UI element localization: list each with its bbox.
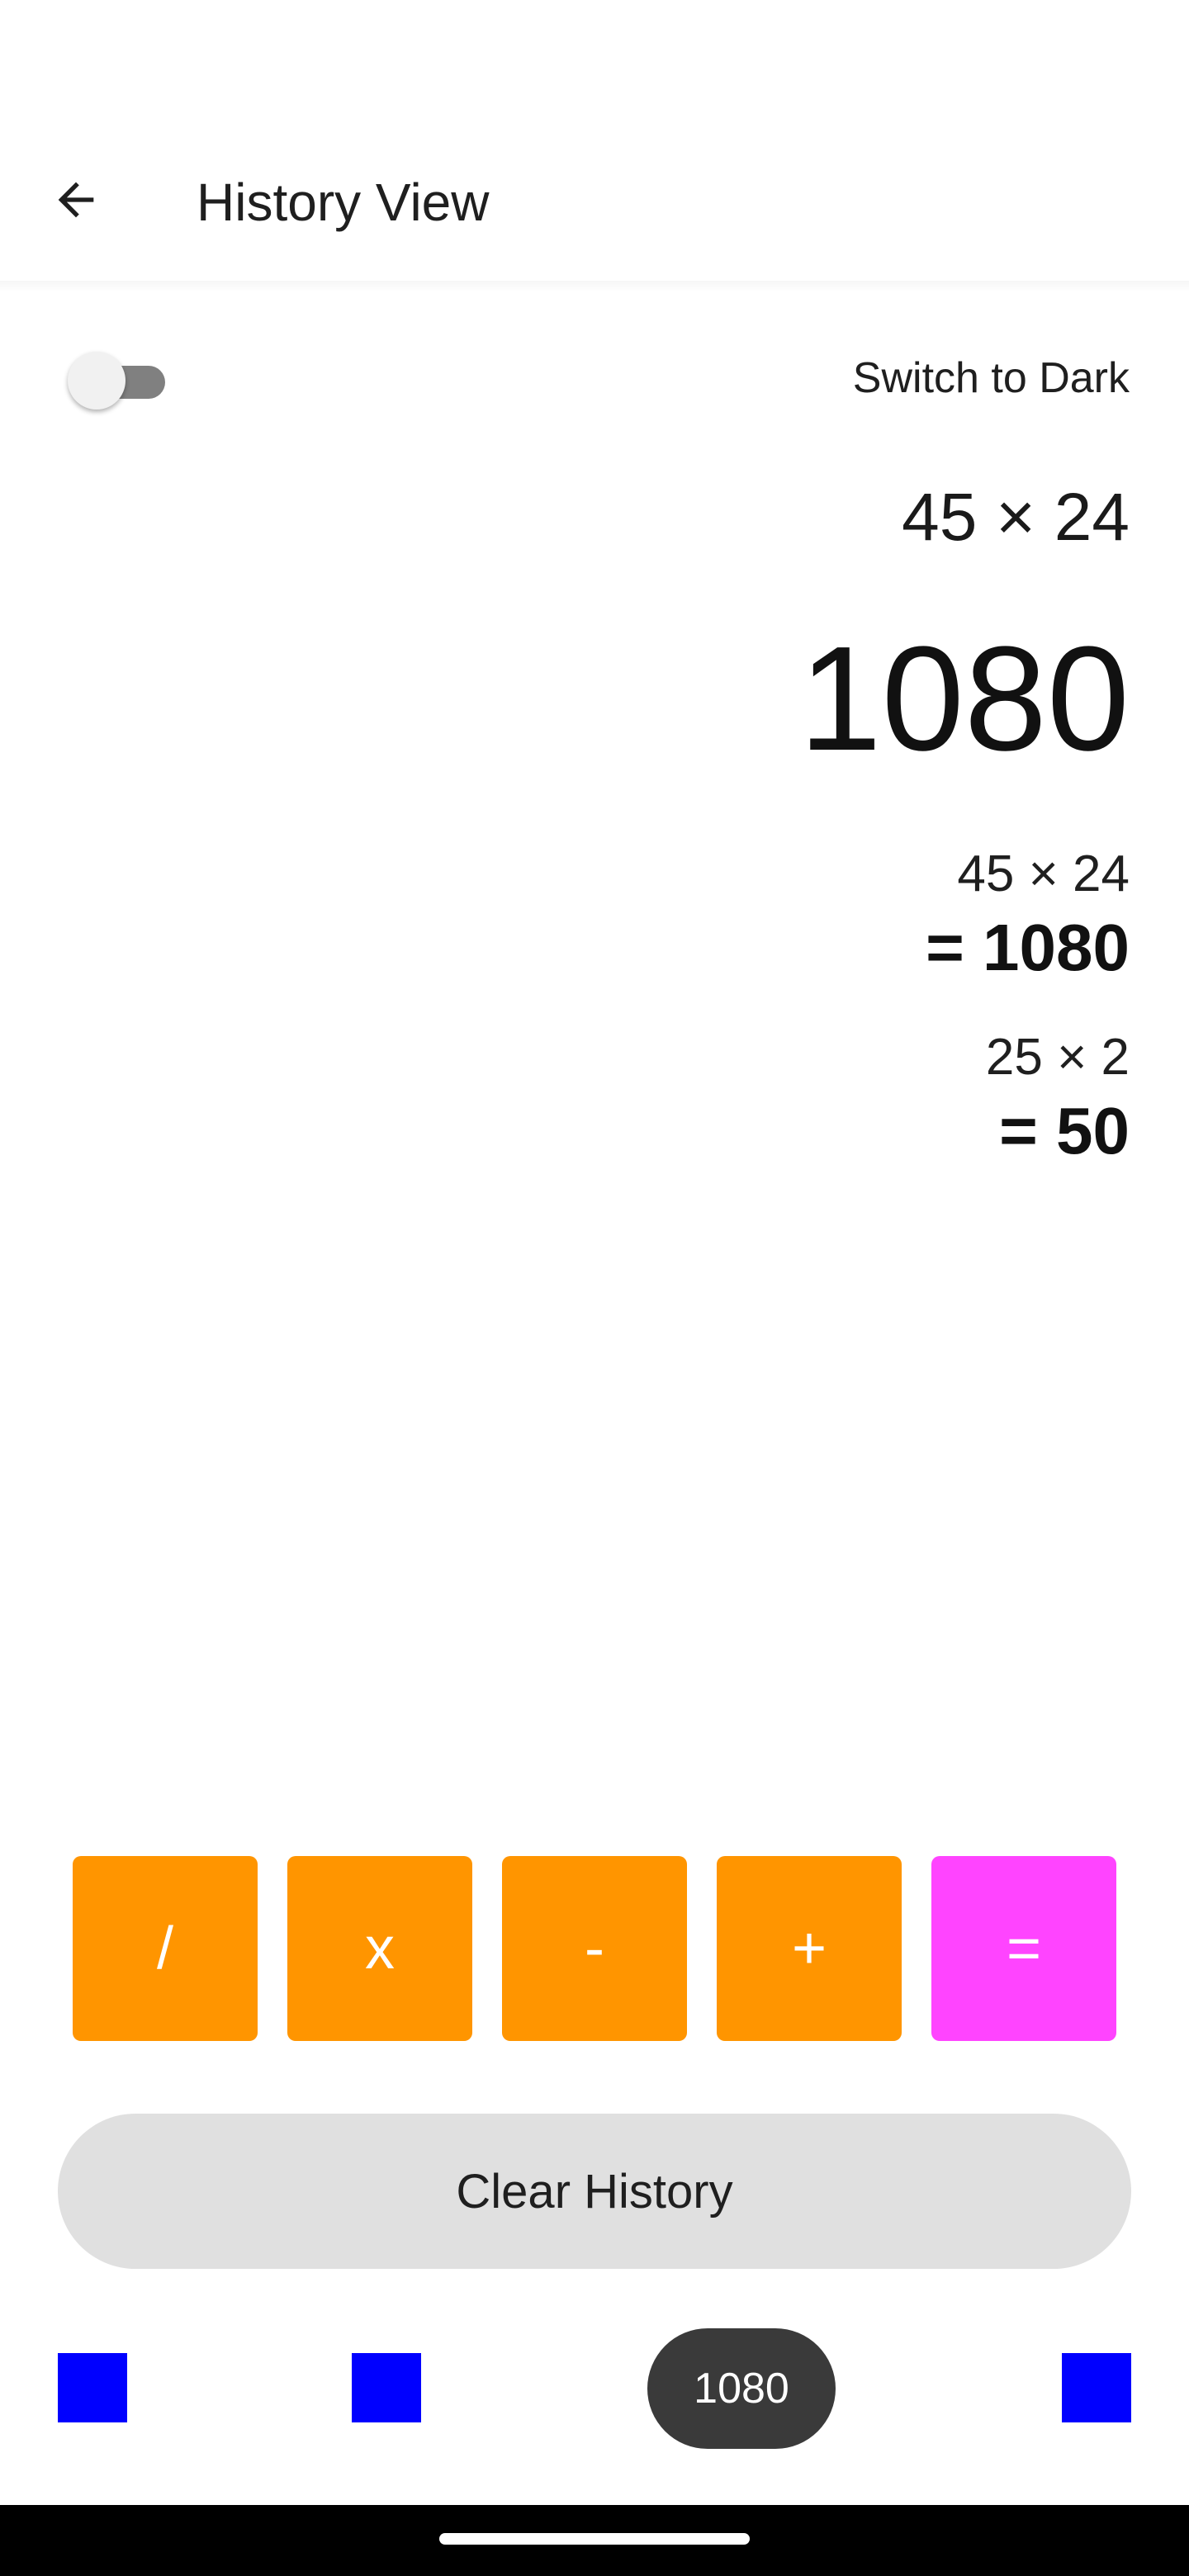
subtract-button[interactable]: -	[502, 1856, 687, 2041]
switch-thumb	[68, 352, 126, 410]
blue-square	[58, 2353, 127, 2422]
history-expression: 25 × 2	[985, 1029, 1130, 1086]
history-item[interactable]: 25 × 2 = 50	[469, 1025, 1130, 1172]
history-item[interactable]: 45 × 24 = 1080	[469, 842, 1130, 989]
dark-mode-label: Switch to Dark	[852, 354, 1130, 402]
current-result: 1080	[798, 616, 1130, 782]
home-gesture-handle[interactable]	[439, 2533, 750, 2545]
clear-history-button[interactable]: Clear History	[58, 2114, 1131, 2269]
app-bar-divider	[0, 281, 1189, 292]
add-button[interactable]: +	[717, 1856, 902, 2041]
equals-button[interactable]: =	[931, 1856, 1116, 2041]
dark-mode-switch[interactable]	[68, 352, 167, 410]
divide-button[interactable]: /	[73, 1856, 258, 2041]
theme-row: Switch to Dark	[0, 339, 1189, 421]
result-pill: 1080	[647, 2328, 836, 2449]
history-expression: 45 × 24	[957, 845, 1130, 902]
multiply-button[interactable]: x	[287, 1856, 472, 2041]
history-list: 45 × 24 = 1080 25 × 2 = 50	[469, 842, 1130, 1209]
current-expression: 45 × 24	[902, 480, 1130, 555]
blue-square	[352, 2353, 421, 2422]
back-button[interactable]	[35, 159, 117, 241]
bottom-row: 1080	[0, 2328, 1189, 2452]
page-title: History View	[197, 173, 490, 232]
arrow-back-icon	[58, 182, 94, 218]
system-nav-bar	[0, 2505, 1189, 2576]
history-result: = 50	[999, 1094, 1130, 1167]
blue-square	[1062, 2353, 1131, 2422]
history-result: = 1080	[926, 911, 1130, 984]
operator-row: / x - + =	[73, 1856, 1118, 2041]
app-bar: History View	[0, 0, 1189, 281]
